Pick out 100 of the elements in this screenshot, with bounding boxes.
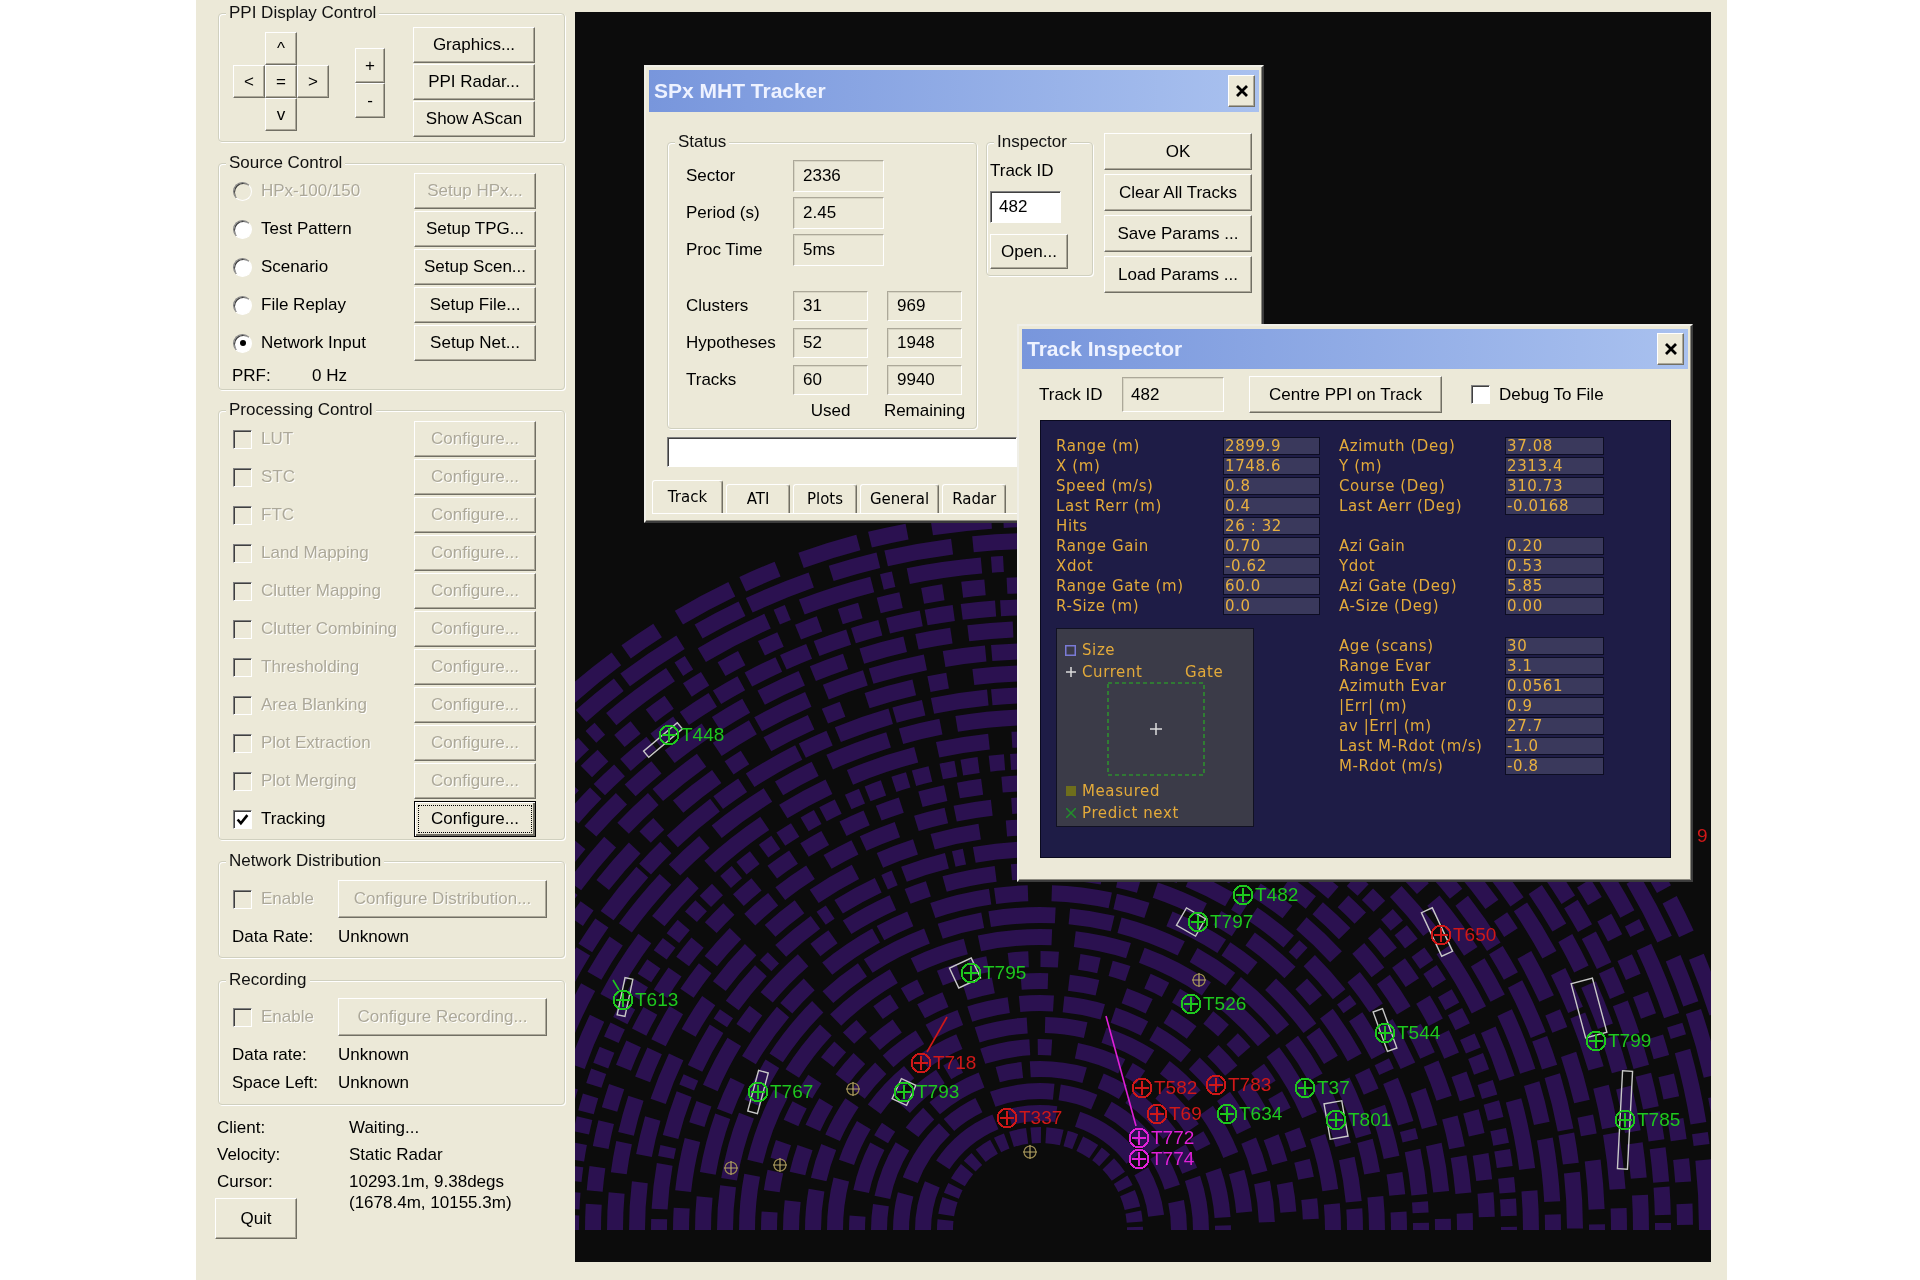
zoom-out-button[interactable]: - [355, 83, 385, 118]
close-button[interactable] [1657, 333, 1684, 365]
group-title: Inspector [994, 132, 1070, 152]
data-value: 0.0 [1223, 597, 1320, 615]
data-label: Last Rerr (m) [1056, 496, 1163, 516]
readout-field: 5ms [793, 234, 884, 266]
show-ascan-button[interactable]: Show AScan [413, 101, 535, 137]
heading-line [612, 979, 620, 991]
source-option[interactable]: Network Input [233, 333, 414, 353]
data-value: 0.70 [1223, 537, 1320, 555]
data-label: |Err| (m) [1339, 696, 1409, 716]
text-field[interactable] [667, 437, 1017, 467]
track-id-field[interactable]: 482 [1122, 377, 1224, 412]
status-value: Waiting... [349, 1117, 421, 1138]
setup-button[interactable]: Setup Net... [414, 325, 536, 361]
radio-button[interactable] [233, 295, 252, 315]
data-label: Range Gain [1056, 536, 1150, 556]
radio-button[interactable] [233, 257, 252, 277]
readout-field: 1948 [887, 328, 962, 358]
source-option[interactable]: File Replay [233, 295, 414, 315]
data-value: 27.7 [1505, 717, 1604, 735]
zoom-in-button[interactable]: + [355, 48, 385, 83]
data-label: Azi Gain [1339, 536, 1407, 556]
plot-marker-icon [723, 1160, 739, 1176]
track-gate-outline [1570, 977, 1608, 1039]
stage-option[interactable]: Tracking [233, 809, 414, 829]
radio-button[interactable] [233, 219, 252, 239]
readout-field: 969 [887, 291, 962, 321]
setup-button[interactable]: Setup Scen... [414, 249, 536, 285]
setup-button[interactable]: Setup TPG... [414, 211, 536, 247]
pan-left-button[interactable]: < [233, 65, 265, 98]
close-icon [1234, 84, 1249, 98]
checkbox[interactable] [233, 809, 252, 829]
plot-marker-icon [845, 1081, 861, 1097]
tab[interactable]: ATI [726, 484, 790, 513]
dashed-square-icon [1107, 682, 1205, 776]
pan-down-button[interactable]: v [265, 98, 297, 131]
data-value: -0.62 [1223, 557, 1320, 575]
ppi-radar-button[interactable]: PPI Radar... [413, 64, 535, 100]
track-gate-outline [1175, 906, 1207, 938]
debug-option[interactable]: Debug To File [1471, 384, 1604, 405]
status-value: 10293.1m, 9.38degs (1678.4m, 10155.3m) [349, 1171, 513, 1213]
data-label: Azimuth Evar [1339, 676, 1448, 696]
track-label: T767 [770, 1082, 814, 1102]
data-value: 0.8 [1223, 477, 1320, 495]
configure-button[interactable]: Configure... [414, 801, 536, 837]
tab[interactable]: General [860, 484, 940, 513]
ok-button[interactable]: OK [1104, 133, 1252, 170]
data-value: 37.08 [1505, 437, 1604, 455]
cross-icon [1065, 808, 1076, 818]
tab[interactable]: Radar [942, 484, 1007, 513]
source-option[interactable]: Test Pattern [233, 219, 414, 239]
data-value: 310.73 [1505, 477, 1604, 495]
data-value: 2313.4 [1505, 457, 1604, 475]
checkbox[interactable] [1471, 385, 1490, 404]
data-label: Speed (m/s) [1056, 476, 1155, 496]
track-label: T801 [1348, 1110, 1392, 1130]
track-label: T544 [1397, 1023, 1441, 1043]
data-value: 0.00 [1505, 597, 1604, 615]
track-gate-outline [616, 976, 634, 1018]
radio-button[interactable] [233, 333, 252, 353]
tab[interactable]: Plots [793, 484, 857, 513]
quit-button[interactable]: Quit [215, 1198, 297, 1239]
track-label: T650 [1453, 925, 1497, 945]
readout-field: 9940 [887, 365, 962, 395]
pan-up-button[interactable]: ^ [265, 32, 297, 65]
track-label: T799 [1608, 1031, 1652, 1051]
pan-right-button[interactable]: > [297, 65, 329, 98]
plot-marker-icon [1022, 1144, 1038, 1160]
track-label: T582 [1154, 1078, 1198, 1098]
load-params-button[interactable]: Load Params ... [1104, 256, 1252, 293]
graphics-button[interactable]: Graphics... [413, 27, 535, 63]
data-value: -0.8 [1505, 757, 1604, 775]
clear-tracks-button[interactable]: Clear All Tracks [1104, 174, 1252, 211]
data-label: Xdot [1056, 556, 1095, 576]
field-label: Hypotheses [686, 333, 777, 353]
data-label: R-Size (m) [1056, 596, 1141, 616]
track-label: T482 [1255, 885, 1299, 905]
track-label: T772 [1151, 1128, 1195, 1148]
data-label: Y (m) [1339, 456, 1384, 476]
setup-button[interactable]: Setup File... [414, 287, 536, 323]
column-label: Remaining [883, 401, 966, 421]
track-gate-outline [1420, 906, 1454, 958]
legend-label: Predict next [1082, 804, 1179, 822]
field-label: Tracks [686, 370, 738, 390]
track-id-field[interactable]: 482 [990, 191, 1061, 223]
field-value: Unknown [338, 1073, 409, 1093]
data-label: Last M-Rdot (m/s) [1339, 736, 1484, 756]
source-option[interactable]: Scenario [233, 257, 414, 277]
status-label: Velocity: [217, 1144, 282, 1165]
legend-label: Gate [1185, 663, 1224, 681]
centre-view-button[interactable]: = [265, 65, 297, 98]
track-label: T613 [635, 990, 679, 1010]
close-button[interactable] [1228, 75, 1255, 107]
save-params-button[interactable]: Save Params ... [1104, 215, 1252, 252]
field-label: Track ID [990, 161, 1054, 181]
data-value: -1.0 [1505, 737, 1604, 755]
tab[interactable]: Track [652, 480, 723, 513]
centre-ppi-button[interactable]: Centre PPI on Track [1249, 376, 1442, 413]
open-button[interactable]: Open... [990, 234, 1068, 269]
